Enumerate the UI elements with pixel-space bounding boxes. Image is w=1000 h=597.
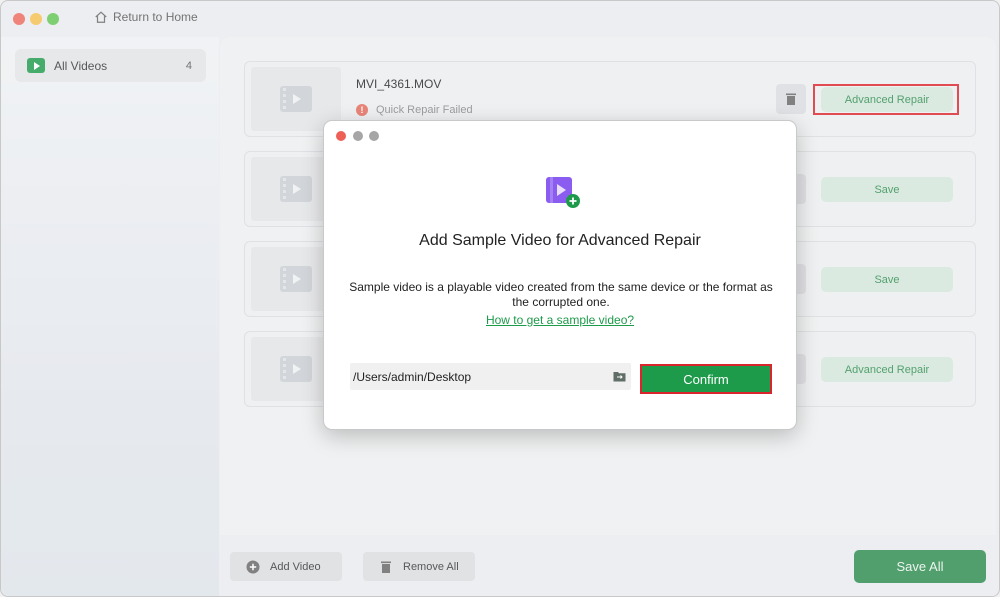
dialog-description: Sample video is a playable video created… <box>349 280 773 309</box>
add-video-icon <box>546 177 580 208</box>
app-window: Return to Home All Videos 4 MVI_4361.MOV… <box>0 0 1000 597</box>
dialog-title: Add Sample Video for Advanced Repair <box>419 232 701 249</box>
dialog-close-button[interactable] <box>336 131 346 141</box>
sample-path-field[interactable]: /Users/admin/Desktop <box>350 363 631 390</box>
folder-open-icon[interactable] <box>613 370 626 382</box>
dialog-minimize-button <box>353 131 363 141</box>
dialog-zoom-button <box>369 131 379 141</box>
sample-video-help-link[interactable]: How to get a sample video? <box>324 313 796 327</box>
sample-video-dialog: Add Sample Video for Advanced Repair Sam… <box>323 120 797 430</box>
confirm-highlight <box>640 364 772 394</box>
